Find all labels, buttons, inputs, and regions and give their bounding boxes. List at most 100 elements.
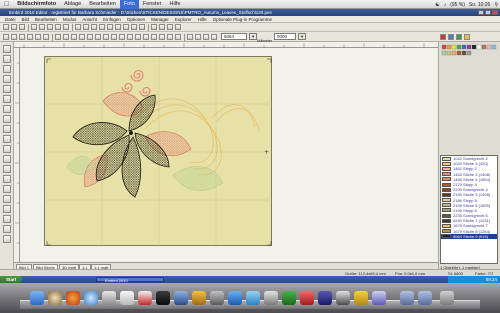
- grid-icon[interactable]: [99, 24, 105, 30]
- mirror-icon[interactable]: [123, 24, 129, 30]
- calendar-icon[interactable]: [138, 291, 152, 305]
- outline-icon[interactable]: [63, 34, 69, 40]
- embroidery-design[interactable]: +: [45, 57, 273, 247]
- mail-icon[interactable]: [102, 291, 116, 305]
- zoom-tool-icon[interactable]: [3, 115, 11, 123]
- menu-ablage[interactable]: Ablage: [60, 0, 85, 9]
- trace-icon[interactable]: [103, 34, 109, 40]
- open-folder-icon[interactable]: [11, 24, 17, 30]
- text-icon[interactable]: [55, 34, 61, 40]
- minimize-button[interactable]: [478, 10, 484, 15]
- preview-icon[interactable]: [203, 34, 209, 40]
- split-icon[interactable]: [111, 34, 117, 40]
- fill-icon[interactable]: [71, 34, 77, 40]
- mirror-tool-icon[interactable]: [3, 165, 11, 173]
- jump-icon[interactable]: [143, 34, 149, 40]
- rotate-icon[interactable]: [115, 24, 121, 30]
- garageband-icon[interactable]: [192, 291, 206, 305]
- notes-icon[interactable]: [354, 291, 368, 305]
- simulate-icon[interactable]: [159, 34, 165, 40]
- trim-icon[interactable]: [135, 34, 141, 40]
- safari-icon[interactable]: [84, 291, 98, 305]
- ellipse-tool-icon[interactable]: [3, 75, 11, 83]
- paste-icon[interactable]: [47, 24, 53, 30]
- thread-color-list[interactable]: 1042 Sonnigrecht 2 1043 Stiche 3 (420) 1…: [440, 155, 498, 264]
- move-up-icon[interactable]: [35, 34, 41, 40]
- wifi-icon[interactable]: ☯: [435, 2, 439, 8]
- color-icon[interactable]: [159, 24, 165, 30]
- layout-icon[interactable]: [195, 34, 201, 40]
- design-canvas[interactable]: +: [20, 48, 438, 262]
- rectangle-tool-icon[interactable]: [3, 65, 11, 73]
- preview-app-icon[interactable]: [210, 291, 224, 305]
- battery-indicator[interactable]: (95 %): [450, 2, 465, 8]
- skype-icon[interactable]: [246, 291, 260, 305]
- maximize-button[interactable]: [485, 10, 491, 15]
- help-icon[interactable]: [175, 24, 181, 30]
- volume-icon[interactable]: ♪: [444, 2, 447, 8]
- firefox-icon[interactable]: [66, 291, 80, 305]
- embroidery-hoop[interactable]: +: [44, 56, 273, 247]
- menu-datei[interactable]: Datei: [2, 16, 19, 23]
- delete-tool-icon[interactable]: [3, 195, 11, 203]
- zoom-out-icon[interactable]: [83, 24, 89, 30]
- menu-app-name[interactable]: Bildschirmfoto: [13, 0, 60, 9]
- resize-icon[interactable]: [131, 24, 137, 30]
- menu-fenster[interactable]: Fenster: [139, 0, 166, 9]
- finder-icon[interactable]: [30, 291, 44, 305]
- menu-hilfe-app[interactable]: Hilfe: [195, 16, 210, 23]
- fill-tool-icon[interactable]: [3, 95, 11, 103]
- center-icon[interactable]: [175, 34, 181, 40]
- menu-optionen[interactable]: Optionen: [124, 16, 148, 23]
- trace-tool-icon[interactable]: [3, 235, 11, 243]
- print-icon[interactable]: [167, 24, 173, 30]
- ungroup-icon[interactable]: [19, 34, 25, 40]
- menu-einfuegen[interactable]: Einfügen: [100, 16, 124, 23]
- zoom-fit-icon[interactable]: [91, 24, 97, 30]
- move-down-icon[interactable]: [43, 34, 49, 40]
- close-button[interactable]: [492, 10, 498, 15]
- cut-icon[interactable]: [31, 24, 37, 30]
- satin-icon[interactable]: [79, 34, 85, 40]
- zoom-in-icon[interactable]: [75, 24, 81, 30]
- measure-icon[interactable]: [167, 34, 173, 40]
- app-icon-red[interactable]: [300, 291, 314, 305]
- downloads-folder-icon[interactable]: [400, 291, 414, 305]
- delete-icon[interactable]: [27, 34, 33, 40]
- menu-bearbeiten[interactable]: Bearbeiten: [85, 0, 120, 9]
- taskbar-embird-item[interactable]: Embird 2010: [96, 277, 164, 283]
- trash-icon[interactable]: [440, 291, 454, 305]
- eyedropper-tool-icon[interactable]: [3, 225, 11, 233]
- menu-plugins[interactable]: Optionale Plug-in Programme: [210, 16, 275, 23]
- facetime-icon[interactable]: [282, 291, 296, 305]
- color-palette-icon[interactable]: [211, 34, 217, 40]
- color-list-item-selected[interactable]: 5064 Stiche 9 (915): [441, 233, 497, 239]
- merge-tool-icon[interactable]: [3, 215, 11, 223]
- system-tray-clock[interactable]: 09:24: [448, 276, 500, 283]
- pan-tool-icon[interactable]: [3, 125, 11, 133]
- menu-modus[interactable]: Modus: [60, 16, 80, 23]
- menu-bild[interactable]: Bild: [19, 16, 33, 23]
- select-icon[interactable]: [3, 34, 9, 40]
- menu-manager[interactable]: Manager: [148, 16, 172, 23]
- value-field[interactable]: 0000: [274, 33, 296, 40]
- color-swatch-red[interactable]: [440, 34, 446, 40]
- hoop-field[interactable]: 5064: [221, 33, 247, 40]
- run-icon[interactable]: [87, 34, 93, 40]
- address-book-icon[interactable]: [120, 291, 134, 305]
- hoop-dropdown-icon[interactable]: ▾: [249, 33, 257, 40]
- new-file-icon[interactable]: [3, 24, 9, 30]
- save-icon[interactable]: [19, 24, 25, 30]
- system-preferences-icon[interactable]: [264, 291, 278, 305]
- menu-ansicht[interactable]: Ansicht: [79, 16, 100, 23]
- stitch-icon[interactable]: [151, 24, 157, 30]
- terminal-icon[interactable]: [336, 291, 350, 305]
- cut-tool-icon[interactable]: [3, 205, 11, 213]
- measure-tool-icon[interactable]: [3, 135, 11, 143]
- menubar-clock[interactable]: So. 10:26: [469, 2, 490, 8]
- menu-hilfe[interactable]: Hilfe: [165, 0, 184, 9]
- pen-tool-icon[interactable]: [3, 85, 11, 93]
- apple-menu-icon[interactable]: : [0, 0, 13, 9]
- color-swatch-yellow[interactable]: [464, 34, 470, 40]
- text-tool-icon[interactable]: [3, 105, 11, 113]
